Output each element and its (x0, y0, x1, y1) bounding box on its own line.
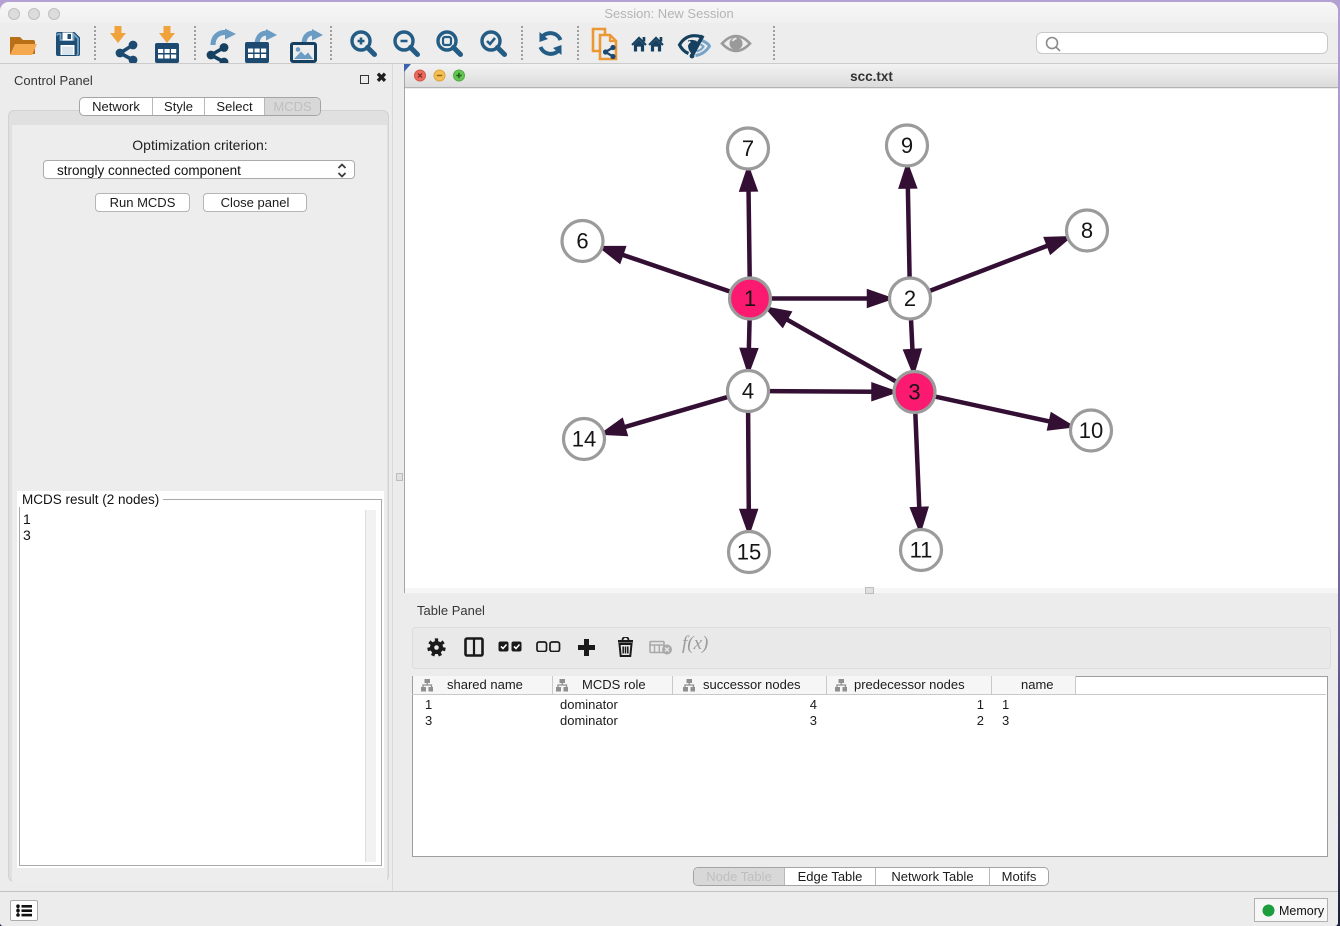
svg-text:11: 11 (910, 538, 933, 563)
svg-text:14: 14 (572, 427, 596, 452)
svg-text:4: 4 (742, 379, 754, 404)
svg-text:8: 8 (1081, 218, 1093, 243)
svg-text:15: 15 (737, 540, 761, 565)
svg-text:1: 1 (744, 286, 756, 311)
svg-text:9: 9 (901, 133, 913, 158)
svg-text:10: 10 (1079, 418, 1103, 443)
svg-text:6: 6 (576, 229, 588, 254)
svg-text:7: 7 (742, 136, 754, 161)
svg-text:2: 2 (904, 286, 916, 311)
svg-text:3: 3 (908, 380, 920, 405)
